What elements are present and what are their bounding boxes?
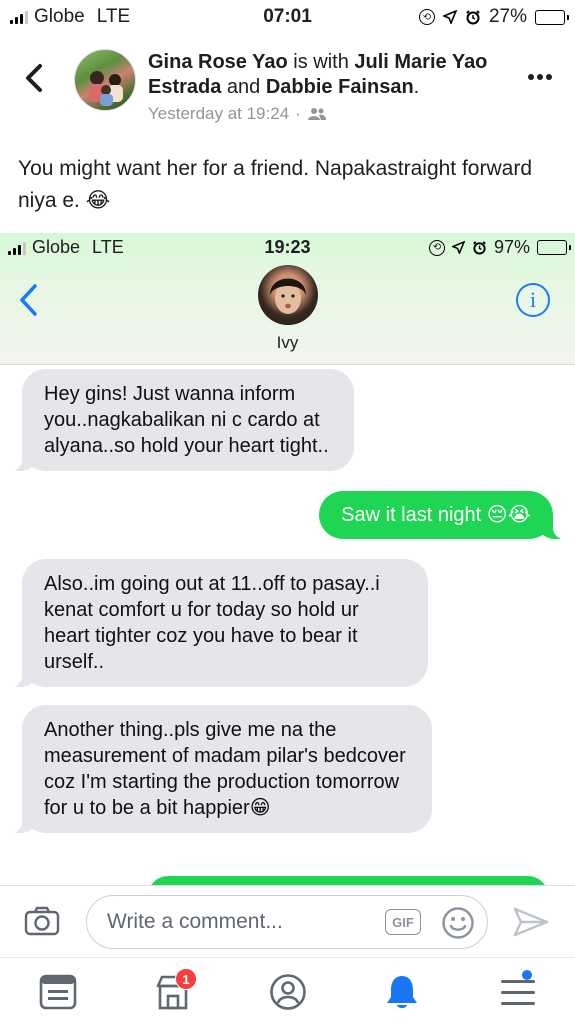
post-title: Gina Rose Yao is with Juli Marie Yao Est… (148, 50, 508, 100)
post-image[interactable]: Globe LTE 19:23 ⟲ 97% Ivy i Hey gins! Ju… (0, 233, 575, 885)
message-incoming: Another thing..pls give me na the measur… (10, 705, 432, 833)
info-icon: i (529, 287, 537, 312)
and-text: and (221, 76, 266, 98)
more-icon (528, 74, 552, 80)
gif-button[interactable]: GIF (385, 909, 421, 935)
location-icon (442, 10, 457, 24)
imessage-back-button[interactable] (18, 283, 40, 317)
alarm-icon (466, 10, 480, 25)
friends-icon (307, 108, 326, 120)
meta-separator: · (295, 104, 301, 123)
send-button[interactable] (512, 906, 550, 943)
marketplace-badge: 1 (175, 968, 197, 990)
info-button[interactable]: i (516, 283, 550, 317)
gif-label: GIF (392, 914, 414, 930)
tab-marketplace[interactable]: 1 (153, 968, 197, 1012)
post-text: You might want her for a friend. Napakas… (18, 157, 532, 212)
contact-photo (270, 278, 306, 314)
message-text: Also..im going out at 11..off to pasay..… (44, 573, 380, 673)
smiley-icon (442, 907, 474, 939)
chevron-left-icon (26, 64, 42, 92)
inner-alarm-icon (473, 241, 486, 255)
post-timestamp[interactable]: Yesterday at 19:24 (148, 104, 289, 124)
inner-battery-icon (537, 240, 571, 255)
message-text: Saw it last night 😔😭 (341, 504, 531, 526)
message-outgoing-partial (148, 876, 548, 885)
inner-orientation-lock-icon: ⟲ (428, 239, 445, 256)
tab-profile[interactable] (268, 972, 308, 1012)
send-icon (513, 907, 549, 937)
contact-avatar[interactable] (258, 265, 318, 325)
author-name[interactable]: Gina Rose Yao (148, 51, 288, 73)
back-button[interactable] (22, 62, 48, 94)
inner-status-right: ⟲ 97% (428, 237, 571, 258)
hamburger-icon (501, 980, 535, 1005)
comment-placeholder: Write a comment... (107, 910, 283, 933)
inner-battery-percent: 97% (493, 237, 530, 257)
newsfeed-icon (39, 974, 77, 1010)
bell-icon (387, 976, 417, 1008)
tagged-person-2[interactable]: Dabbie Fainsan (266, 76, 414, 98)
tab-news-feed[interactable] (38, 972, 78, 1012)
author-avatar[interactable] (74, 49, 136, 111)
profile-icon (270, 974, 306, 1010)
status-bar: Globe LTE 07:01 ⟲ 27% (0, 0, 575, 34)
sticker-button[interactable] (441, 906, 475, 945)
comment-bar: Write a comment... GIF (0, 885, 575, 957)
title-period: . (413, 76, 420, 98)
more-options-button[interactable] (527, 62, 553, 82)
contact-name: Ivy (276, 333, 299, 352)
battery-percent: 27% (488, 6, 527, 27)
tab-menu[interactable] (498, 970, 538, 1012)
tab-notifications[interactable] (382, 972, 422, 1012)
post-meta: Yesterday at 19:24 · (148, 104, 327, 124)
message-incoming: Hey gins! Just wanna inform you..nagkaba… (10, 369, 354, 471)
inner-status-bar: Globe LTE 19:23 ⟲ 97% (0, 237, 575, 261)
tab-bar: 1 (0, 957, 575, 1024)
imessage-header: Globe LTE 19:23 ⟲ 97% Ivy i (0, 233, 575, 365)
menu-notification-dot (522, 970, 532, 980)
inner-location-icon (451, 241, 465, 254)
comment-input[interactable]: Write a comment... GIF (86, 895, 488, 949)
orientation-lock-icon: ⟲ (418, 9, 435, 25)
message-incoming: Also..im going out at 11..off to pasay..… (10, 559, 428, 687)
message-text: Another thing..pls give me na the measur… (44, 719, 406, 819)
chevron-left-icon (20, 284, 37, 316)
battery-icon (535, 9, 569, 25)
message-text: Hey gins! Just wanna inform you..nagkaba… (44, 383, 329, 457)
group-photo (89, 71, 123, 106)
with-text: is with (287, 51, 355, 73)
message-outgoing: Saw it last night 😔😭 (319, 491, 565, 539)
camera-button[interactable] (24, 906, 60, 941)
camera-icon (24, 906, 60, 936)
status-right: ⟲ 27% (418, 6, 569, 28)
